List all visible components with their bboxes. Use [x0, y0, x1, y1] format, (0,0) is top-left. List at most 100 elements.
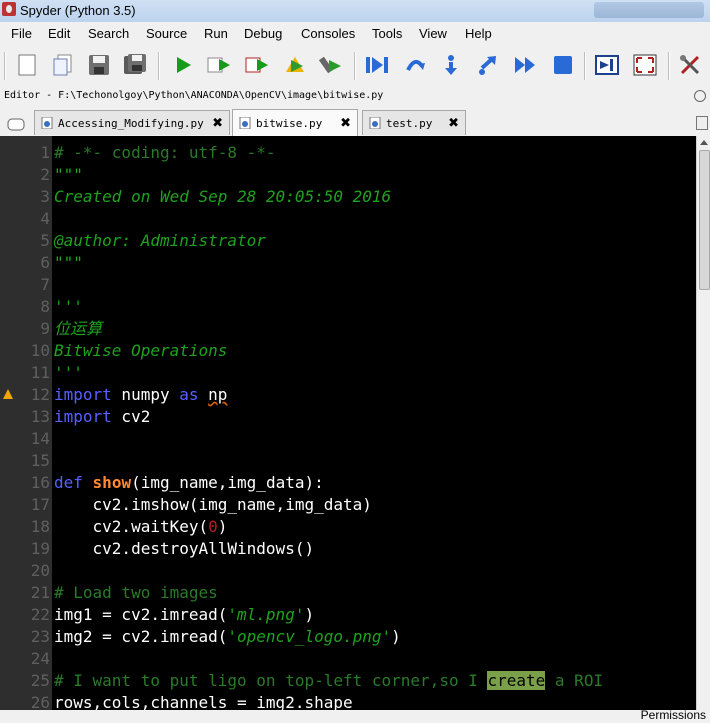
save-icon[interactable]	[86, 52, 112, 78]
code-line[interactable]: 4	[0, 208, 696, 230]
tab-label: test.py	[386, 116, 433, 130]
tab-menu-icon[interactable]	[696, 116, 708, 130]
code-token: 0	[208, 517, 218, 536]
maximize-pane-icon[interactable]	[594, 52, 620, 78]
code-line[interactable]: 18 cv2.waitKey(0)	[0, 516, 696, 538]
line-number: 12	[30, 385, 50, 404]
line-number: 16	[30, 473, 50, 492]
code-text: import cv2	[54, 406, 150, 428]
toolbar	[0, 46, 710, 87]
code-line[interactable]: 3 Created on Wed Sep 28 20:05:50 2016	[0, 186, 696, 208]
menu-view[interactable]: View	[419, 26, 447, 41]
open-file-icon[interactable]	[50, 52, 76, 78]
code-line[interactable]: 1 # -*- coding: utf-8 -*-	[0, 142, 696, 164]
code-line[interactable]: 20	[0, 560, 696, 582]
code-line[interactable]: 5 @author: Administrator	[0, 230, 696, 252]
code-line[interactable]: 26 rows,cols,channels = img2.shape	[0, 692, 696, 710]
code-token: (img_name,img_data):	[131, 473, 324, 492]
code-text: rows,cols,channels = img2.shape	[54, 692, 353, 710]
line-number: 17	[30, 495, 50, 514]
run-selection-icon[interactable]	[282, 52, 308, 78]
code-line[interactable]: 2 """	[0, 164, 696, 186]
code-text: # -*- coding: utf-8 -*-	[54, 142, 276, 164]
run-icon[interactable]	[170, 52, 196, 78]
step-icon[interactable]	[402, 52, 428, 78]
tab-accessing-modifying[interactable]: Accessing_Modifying.py ✖	[34, 110, 230, 135]
stop-debug-icon[interactable]	[550, 52, 576, 78]
code-line[interactable]: 9 位运算	[0, 318, 696, 340]
line-number: 7	[40, 275, 50, 294]
code-editor[interactable]: 1 # -*- coding: utf-8 -*- 2 """ 3 Created on …	[0, 136, 696, 710]
debug-icon[interactable]	[364, 52, 390, 78]
menu-run[interactable]: Run	[204, 26, 228, 41]
menu-search[interactable]: Search	[88, 26, 129, 41]
toolbar-separator	[354, 52, 356, 80]
code-line[interactable]: 12 import numpy as np	[0, 384, 696, 406]
run-cell-advance-icon[interactable]	[244, 52, 270, 78]
code-line[interactable]: 17 cv2.imshow(img_name,img_data)	[0, 494, 696, 516]
new-file-icon[interactable]	[14, 52, 40, 78]
preferences-icon[interactable]	[678, 52, 704, 78]
scroll-up-icon[interactable]	[700, 140, 708, 145]
code-line[interactable]: 22 img1 = cv2.imread('ml.png')	[0, 604, 696, 626]
code-line[interactable]: 7	[0, 274, 696, 296]
menu-help[interactable]: Help	[465, 26, 492, 41]
menu-tools[interactable]: Tools	[372, 26, 402, 41]
run-cell-icon[interactable]	[206, 52, 232, 78]
code-token: )	[217, 517, 228, 536]
code-line[interactable]: 14	[0, 428, 696, 450]
continue-icon[interactable]	[512, 52, 538, 78]
code-line[interactable]: 21 # Load two images	[0, 582, 696, 604]
code-line[interactable]: 15	[0, 450, 696, 472]
save-all-icon[interactable]	[122, 52, 148, 78]
menu-file[interactable]: File	[11, 26, 32, 41]
code-token: create	[487, 671, 546, 690]
step-return-icon[interactable]	[474, 52, 500, 78]
menu-edit[interactable]: Edit	[48, 26, 70, 41]
code-line[interactable]: 19 cv2.destroyAllWindows()	[0, 538, 696, 560]
step-into-icon[interactable]	[438, 52, 464, 78]
close-tab-icon[interactable]: ✖	[448, 116, 459, 131]
code-line[interactable]: 10 Bitwise Operations	[0, 340, 696, 362]
code-token: '''	[54, 297, 83, 316]
code-text: import numpy as np	[54, 384, 227, 406]
menu-source[interactable]: Source	[146, 26, 187, 41]
line-number: 11	[30, 363, 50, 382]
code-line[interactable]: 11 '''	[0, 362, 696, 384]
menu-debug[interactable]: Debug	[244, 26, 282, 41]
code-line[interactable]: 16 def show(img_name,img_data):	[0, 472, 696, 494]
python-file-icon	[369, 116, 381, 130]
code-line[interactable]: 6 """	[0, 252, 696, 274]
code-line[interactable]: 25 # I want to put ligo on top-left corne…	[0, 670, 696, 692]
code-line[interactable]: 13 import cv2	[0, 406, 696, 428]
tab-test[interactable]: test.py ✖	[362, 110, 466, 135]
line-number: 3	[40, 187, 50, 206]
line-number: 24	[30, 649, 50, 668]
code-token: as	[179, 385, 199, 404]
browse-tabs-icon[interactable]	[6, 114, 28, 132]
code-token: img2 = cv2.imread(	[54, 627, 228, 646]
close-tab-icon[interactable]: ✖	[212, 116, 223, 131]
code-token: cv2	[111, 407, 151, 426]
toolbar-separator	[158, 52, 160, 80]
window-controls[interactable]	[594, 2, 704, 18]
scrollbar-thumb[interactable]	[699, 150, 710, 290]
tab-bitwise[interactable]: bitwise.py ✖	[232, 109, 358, 136]
code-token: # Load two images	[54, 583, 218, 602]
line-number: 4	[40, 209, 50, 228]
code-token: # I want to put ligo on top-left corner,…	[54, 671, 488, 690]
editor-options-icon[interactable]	[694, 90, 706, 102]
code-text: img2 = cv2.imread('opencv_logo.png')	[54, 626, 401, 648]
close-tab-icon[interactable]: ✖	[340, 116, 351, 131]
code-token: """	[54, 253, 83, 272]
run-configure-icon[interactable]	[318, 52, 344, 78]
toolbar-separator	[4, 52, 6, 80]
code-line[interactable]: 24	[0, 648, 696, 670]
permissions-status: Permissions	[640, 708, 706, 722]
fullscreen-icon[interactable]	[632, 52, 658, 78]
code-line[interactable]: 23 img2 = cv2.imread('opencv_logo.png')	[0, 626, 696, 648]
code-line[interactable]: 8 '''	[0, 296, 696, 318]
editor-header: Editor - F:\Techonolgoy\Python\ANACONDA\…	[0, 86, 710, 108]
menu-consoles[interactable]: Consoles	[301, 26, 355, 41]
editor-vertical-scrollbar[interactable]	[696, 136, 710, 710]
